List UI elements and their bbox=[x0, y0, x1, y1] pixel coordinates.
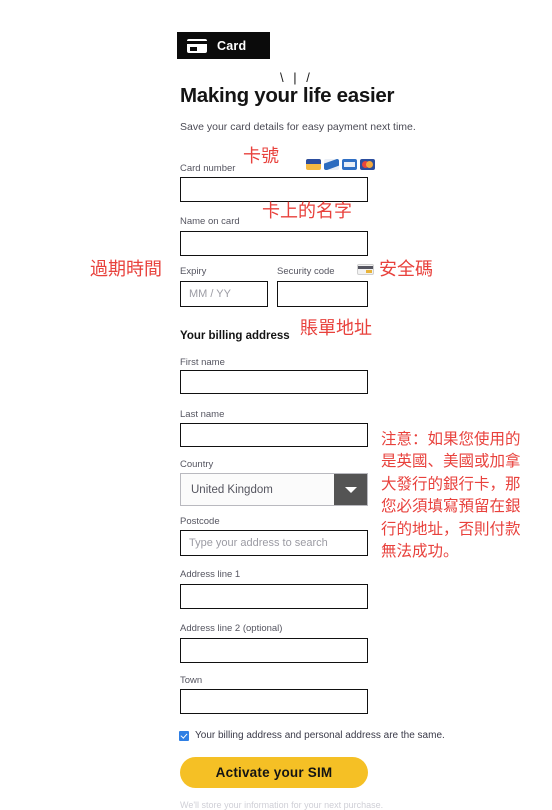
security-code-input[interactable] bbox=[277, 281, 368, 307]
annotation-billing-address: 賬單地址 bbox=[300, 318, 372, 339]
page-subtitle: Save your card details for easy payment … bbox=[180, 121, 416, 133]
card-details-page: Card \ | / Making your life easier Save … bbox=[0, 0, 552, 810]
security-code-label: Security code bbox=[277, 266, 335, 277]
country-label: Country bbox=[180, 459, 214, 470]
first-name-input[interactable] bbox=[180, 370, 368, 394]
last-name-input[interactable] bbox=[180, 423, 368, 447]
cvv-card-icon bbox=[357, 264, 374, 275]
town-input[interactable] bbox=[180, 689, 368, 714]
country-select[interactable]: United Kingdom bbox=[180, 473, 368, 506]
address-line-2-label: Address line 2 (optional) bbox=[180, 623, 283, 634]
annotation-expiry: 過期時間 bbox=[90, 259, 162, 280]
mastercard-icon bbox=[360, 159, 375, 170]
page-title: Making your life easier bbox=[180, 84, 395, 107]
name-on-card-label: Name on card bbox=[180, 216, 240, 227]
tab-card[interactable]: Card bbox=[177, 32, 270, 59]
expiry-label: Expiry bbox=[180, 266, 207, 277]
postcode-placeholder: Type your address to search bbox=[189, 537, 328, 549]
last-name-label: Last name bbox=[180, 409, 225, 420]
card-number-label: Card number bbox=[180, 163, 236, 174]
postcode-input[interactable]: Type your address to search bbox=[180, 530, 368, 556]
credit-card-icon bbox=[187, 38, 207, 53]
annotation-name-on-card: 卡上的名字 bbox=[262, 201, 352, 222]
name-on-card-input[interactable] bbox=[180, 231, 368, 256]
address-line-2-input[interactable] bbox=[180, 638, 368, 663]
same-address-checkbox-row[interactable]: Your billing address and personal addres… bbox=[179, 730, 445, 741]
chevron-down-icon[interactable] bbox=[334, 474, 367, 505]
expiry-placeholder: MM / YY bbox=[189, 288, 231, 300]
activate-sim-button[interactable]: Activate your SIM bbox=[180, 757, 368, 788]
maestro-icon bbox=[324, 159, 339, 170]
visa-icon bbox=[306, 159, 321, 170]
first-name-label: First name bbox=[180, 357, 225, 368]
annotation-security-code: 安全碼 bbox=[379, 259, 433, 280]
address-line-1-input[interactable] bbox=[180, 584, 368, 609]
tab-card-label: Card bbox=[217, 38, 247, 53]
country-selected-value: United Kingdom bbox=[191, 483, 273, 496]
address-line-1-label: Address line 1 bbox=[180, 569, 241, 580]
postcode-label: Postcode bbox=[180, 516, 220, 527]
annotation-card-number: 卡號 bbox=[243, 146, 279, 167]
town-label: Town bbox=[180, 675, 203, 686]
sparkle-decoration: \ | / bbox=[280, 70, 313, 85]
expiry-input[interactable]: MM / YY bbox=[180, 281, 268, 307]
annotation-note: 注意：如果您使用的是英國、美國或加拿大發行的銀行卡，那您必須填寫預留在銀行的地址… bbox=[381, 430, 521, 561]
card-number-input[interactable] bbox=[180, 177, 368, 202]
same-address-checkbox[interactable] bbox=[179, 730, 189, 741]
accepted-card-brands bbox=[306, 159, 375, 170]
amex-icon bbox=[342, 159, 357, 170]
same-address-label: Your billing address and personal addres… bbox=[195, 730, 445, 741]
billing-address-heading: Your billing address bbox=[180, 330, 290, 342]
